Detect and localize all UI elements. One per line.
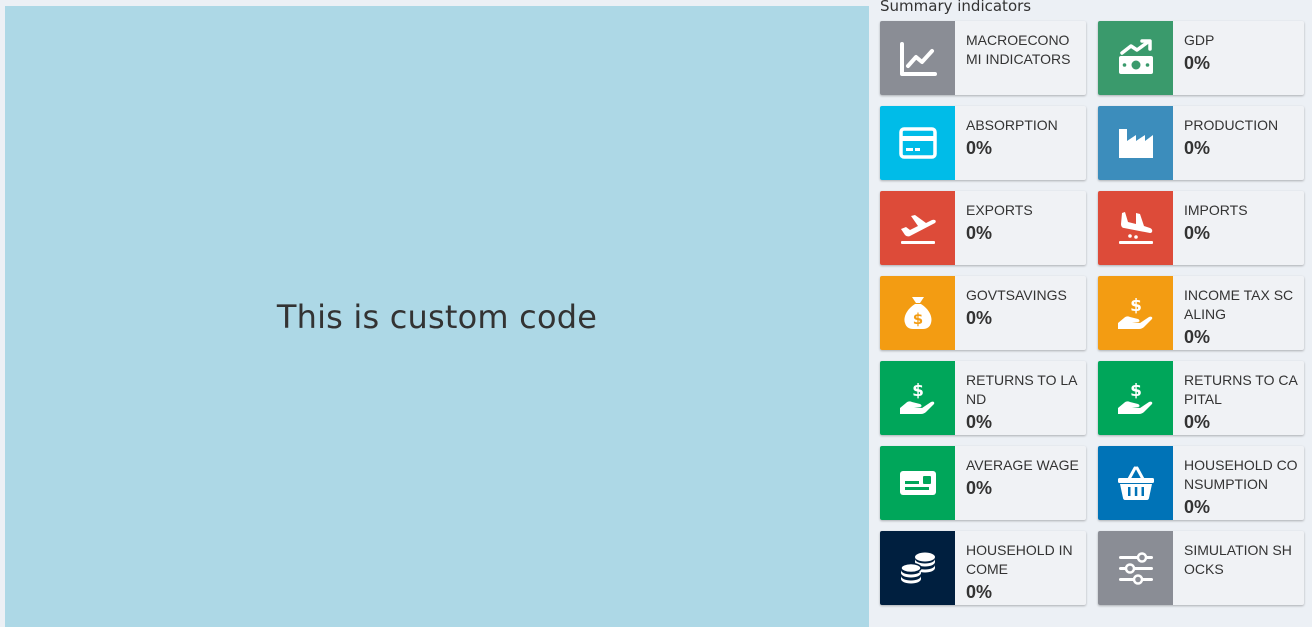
info-box-absorption[interactable]: ABSORPTION 0% [880, 106, 1086, 180]
info-box-simulation-shocks[interactable]: SIMULATION SHOCKS [1098, 531, 1304, 605]
info-box-imports[interactable]: IMPORTS 0% [1098, 191, 1304, 265]
info-box-value: 0% [1184, 412, 1211, 432]
info-box-icon-area [1098, 21, 1173, 95]
svg-text:$: $ [912, 310, 922, 328]
hand-dollar-icon: $ [899, 381, 934, 414]
info-box-macroeconomic-indicators[interactable]: MACROECONOMI INDICATORS [880, 21, 1086, 95]
custom-code-text: This is custom code [276, 297, 598, 336]
industry-icon [1118, 129, 1153, 158]
info-box-icon-area: $ [880, 361, 955, 435]
info-box-icon-area [880, 191, 955, 265]
info-box-label: HOUSEHOLD CONSUMPTION [1184, 457, 1298, 492]
info-box-value: 0% [966, 478, 993, 498]
chart-line-icon [899, 42, 937, 76]
hand-dollar-icon: $ [1117, 296, 1152, 329]
info-box-govtsavings[interactable]: $ GOVTSAVINGS 0% [880, 276, 1086, 350]
info-box-label: SIMULATION SHOCKS [1184, 542, 1292, 577]
info-box-icon-area [880, 446, 955, 520]
info-box-value: 0% [1184, 53, 1211, 73]
info-box-value: 0% [966, 223, 993, 243]
svg-text:$: $ [912, 381, 924, 401]
info-box-gdp[interactable]: GDP 0% [1098, 21, 1304, 95]
info-box-icon-area [880, 21, 955, 95]
info-box-label: RETURNS TO CAPITAL [1184, 372, 1298, 407]
info-box-average-wage[interactable]: AVERAGE WAGE 0% [880, 446, 1086, 520]
summary-indicators-title: Summary indicators [880, 0, 1032, 15]
info-box-household-consumption[interactable]: HOUSEHOLD CONSUMPTION 0% [1098, 446, 1304, 520]
info-box-value: 0% [1184, 327, 1211, 347]
info-box-label: PRODUCTION [1184, 117, 1279, 133]
coins-icon [899, 552, 935, 584]
info-box-icon-area [1098, 191, 1173, 265]
info-box-label: ABSORPTION [966, 117, 1058, 133]
info-box-value: 0% [966, 582, 993, 602]
credit-card-icon [898, 127, 937, 159]
info-box-label: MACROECONOMI INDICATORS [966, 32, 1071, 67]
info-box-label: EXPORTS [966, 202, 1033, 218]
info-box-label: AVERAGE WAGE [966, 457, 1079, 473]
info-box-icon-area [1098, 106, 1173, 180]
info-box-value: 0% [966, 412, 993, 432]
plane-departure-icon [900, 215, 936, 244]
custom-code-panel: This is custom code [5, 6, 869, 627]
info-box-icon-area [880, 106, 955, 180]
info-box-value: 0% [966, 308, 993, 328]
info-box-production[interactable]: PRODUCTION 0% [1098, 106, 1304, 180]
info-box-returns-to-capital[interactable]: $ RETURNS TO CAPITAL 0% [1098, 361, 1304, 435]
info-box-icon-area: $ [1098, 361, 1173, 435]
info-box-icon-area [880, 531, 955, 605]
info-box-label: HOUSEHOLD INCOME [966, 542, 1073, 577]
info-box-household-income[interactable]: HOUSEHOLD INCOME 0% [880, 531, 1086, 605]
info-box-value: 0% [1184, 223, 1211, 243]
money-bag-icon: $ [903, 297, 932, 329]
info-box-icon-area: $ [1098, 276, 1173, 350]
info-box-label: GDP [1184, 32, 1215, 48]
info-box-icon-area [1098, 446, 1173, 520]
info-box-returns-to-land[interactable]: $ RETURNS TO LAND 0% [880, 361, 1086, 435]
info-box-value: 0% [966, 138, 993, 158]
info-box-label: GOVTSAVINGS [966, 287, 1067, 303]
info-box-income-tax-scaling[interactable]: $ INCOME TAX SCALING 0% [1098, 276, 1304, 350]
sliders-icon [1118, 552, 1153, 585]
info-box-label: INCOME TAX SCALING [1184, 287, 1294, 322]
info-box-exports[interactable]: EXPORTS 0% [880, 191, 1086, 265]
money-check-icon [899, 471, 936, 495]
plane-arrival-icon [1118, 212, 1153, 244]
hand-dollar-icon: $ [1117, 381, 1152, 414]
svg-text:$: $ [1130, 296, 1142, 316]
svg-text:$: $ [1130, 381, 1142, 401]
info-box-label: RETURNS TO LAND [966, 372, 1078, 407]
info-box-label: IMPORTS [1184, 202, 1248, 218]
info-box-icon-area: $ [880, 276, 955, 350]
info-box-icon-area [1098, 531, 1173, 605]
info-box-value: 0% [1184, 497, 1211, 517]
money-growth-icon [1118, 39, 1153, 74]
shopping-basket-icon [1117, 466, 1154, 500]
info-box-value: 0% [1184, 138, 1211, 158]
